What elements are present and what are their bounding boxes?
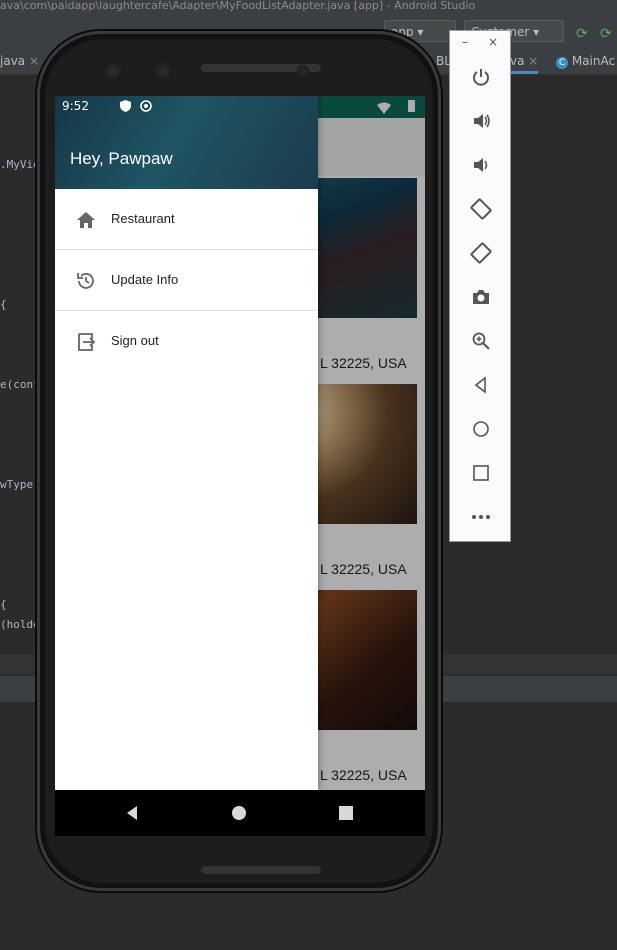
camera-icon[interactable] xyxy=(450,275,512,319)
status-time: 9:52 xyxy=(62,99,89,113)
home-icon[interactable] xyxy=(450,407,512,451)
code-line: (holde xyxy=(0,618,40,631)
menu-item-label: Restaurant xyxy=(111,211,175,226)
editor-tab-active[interactable]: va × xyxy=(510,48,539,74)
nav-home-icon[interactable] xyxy=(224,798,254,828)
volume-up-icon[interactable] xyxy=(450,99,512,143)
ide-title-bar: ava\com\paidapp\laughtercafe\Adapter\MyF… xyxy=(0,0,617,14)
front-sensor xyxy=(155,63,171,79)
editor-tab[interactable]: java × xyxy=(0,48,39,74)
system-nav-bar xyxy=(55,790,425,836)
exit-icon xyxy=(75,331,97,353)
zoom-icon[interactable] xyxy=(450,319,512,363)
navigation-drawer: 9:52 Hey, Pawpaw Restaurant Update Info xyxy=(55,96,318,790)
back-icon[interactable] xyxy=(450,363,512,407)
ide-title: ava\com\paidapp\laughtercafe\Adapter\MyF… xyxy=(0,0,476,12)
menu-item-label: Sign out xyxy=(111,333,159,348)
front-camera xyxy=(105,63,121,79)
code-line: e(cont xyxy=(0,378,40,391)
minimize-button[interactable]: – xyxy=(462,35,468,49)
drawer-header: 9:52 Hey, Pawpaw xyxy=(55,96,318,189)
more-icon[interactable] xyxy=(450,495,512,539)
phone-screen: L 32225, USA L 32225, USA L 32225, USA 9… xyxy=(55,96,425,836)
shield-icon xyxy=(120,100,131,115)
proximity-sensor xyxy=(297,65,309,77)
menu-item-sign-out[interactable]: Sign out xyxy=(55,311,318,371)
nav-overview-icon[interactable] xyxy=(331,798,361,828)
rotate-right-icon[interactable] xyxy=(450,231,512,275)
editor-tab[interactable]: C MainAc xyxy=(556,48,615,74)
volume-down-icon[interactable] xyxy=(450,143,512,187)
history-icon xyxy=(75,270,97,292)
sync-icon[interactable]: ⟳ xyxy=(576,26,588,42)
class-icon: C xyxy=(556,57,568,69)
overview-icon[interactable] xyxy=(450,451,512,495)
emulator-toolbar: – × xyxy=(449,30,511,542)
home-icon xyxy=(75,209,97,231)
nav-back-icon[interactable] xyxy=(117,798,147,828)
refresh-icon[interactable]: ⟳ xyxy=(600,26,612,42)
code-line: { xyxy=(0,598,7,611)
menu-item-restaurant[interactable]: Restaurant xyxy=(55,189,318,249)
rotate-left-icon[interactable] xyxy=(450,187,512,231)
code-line: .MyVie xyxy=(0,158,40,171)
code-line: { xyxy=(0,298,7,311)
drawer-greeting: Hey, Pawpaw xyxy=(70,149,173,168)
power-icon[interactable] xyxy=(450,55,512,99)
sync-status-icon xyxy=(140,100,152,115)
close-icon[interactable]: × xyxy=(29,54,39,68)
close-button[interactable]: × xyxy=(488,35,498,49)
code-line: wType) xyxy=(0,478,40,491)
bottom-speaker xyxy=(201,866,321,874)
close-icon[interactable]: × xyxy=(528,54,538,68)
menu-item-update-info[interactable]: Update Info xyxy=(55,250,318,310)
menu-item-label: Update Info xyxy=(111,272,179,287)
